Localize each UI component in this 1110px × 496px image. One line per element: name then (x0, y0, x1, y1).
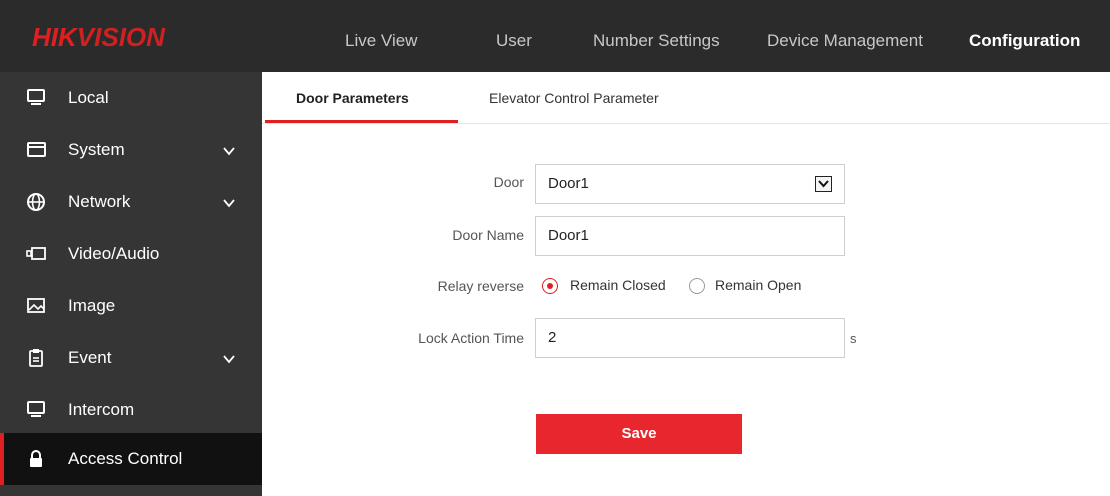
tab-bar: Door Parameters Elevator Control Paramet… (262, 72, 1110, 124)
door-name-input[interactable]: Door1 (535, 216, 845, 256)
unit-seconds: s (850, 331, 857, 346)
chevron-down-icon[interactable] (222, 351, 236, 365)
lock-action-time-input[interactable]: 2 (535, 318, 845, 358)
sidebar-item-image[interactable]: Image (0, 280, 262, 332)
nav-number-settings[interactable]: Number Settings (593, 0, 720, 72)
door-name-value: Door1 (548, 227, 589, 244)
sidebar-item-label: System (68, 140, 125, 159)
remain-closed-label: Remain Closed (570, 277, 666, 293)
sidebar-item-label: Event (68, 348, 112, 367)
relay-reverse-label: Relay reverse (437, 278, 524, 294)
lock-action-time-value: 2 (548, 329, 557, 346)
system-icon (26, 140, 48, 160)
sidebar-item-label: Local (68, 88, 109, 107)
logo-text-hik: HIK (32, 22, 77, 52)
radio-remain-open[interactable] (689, 278, 705, 294)
nav-configuration[interactable]: Configuration (969, 0, 1080, 72)
top-navigation-bar: HIKVISION Live View User Number Settings… (0, 0, 1110, 72)
sidebar-item-video-audio[interactable]: Video/Audio (0, 228, 262, 280)
remain-open-label: Remain Open (715, 277, 802, 293)
save-button[interactable]: Save (536, 414, 742, 454)
door-name-label: Door Name (452, 227, 524, 243)
chevron-down-icon[interactable] (222, 195, 236, 209)
nav-device-management[interactable]: Device Management (767, 0, 923, 72)
chevron-down-icon[interactable] (222, 143, 236, 157)
sidebar-item-label: Intercom (68, 400, 135, 419)
sidebar-item-system[interactable]: System (0, 124, 262, 176)
logo-text-vision: VISION (76, 22, 165, 52)
lock-icon (26, 449, 48, 469)
tab-elevator-control-parameter[interactable]: Elevator Control Parameter (489, 72, 659, 124)
monitor-icon (26, 400, 48, 420)
clipboard-icon (26, 348, 48, 368)
dropdown-arrow-icon[interactable] (815, 176, 832, 192)
nav-live-view[interactable]: Live View (345, 0, 417, 72)
lock-action-time-label: Lock Action Time (418, 330, 524, 346)
tab-door-parameters[interactable]: Door Parameters (296, 72, 409, 124)
sidebar-item-local[interactable]: Local (0, 72, 262, 124)
sidebar-item-event[interactable]: Event (0, 332, 262, 384)
sidebar-item-label: Video/Audio (68, 244, 160, 263)
video-icon (26, 244, 48, 264)
radio-remain-closed[interactable] (542, 278, 558, 294)
sidebar-item-network[interactable]: Network (0, 176, 262, 228)
active-tab-indicator (265, 120, 458, 123)
sidebar-item-label: Access Control (68, 449, 183, 468)
nav-user[interactable]: User (496, 0, 532, 72)
sidebar-item-access-control[interactable]: Access Control (0, 433, 262, 485)
door-label: Door (493, 174, 524, 190)
door-select[interactable]: Door1 (535, 164, 845, 204)
image-icon (26, 296, 48, 316)
door-select-value: Door1 (548, 175, 589, 192)
sidebar-item-intercom[interactable]: Intercom (0, 384, 262, 436)
sidebar-item-label: Image (68, 296, 116, 315)
hikvision-logo: HIKVISION (32, 20, 165, 54)
sidebar-item-label: Network (68, 192, 131, 211)
monitor-icon (26, 88, 48, 108)
globe-icon (26, 192, 48, 212)
